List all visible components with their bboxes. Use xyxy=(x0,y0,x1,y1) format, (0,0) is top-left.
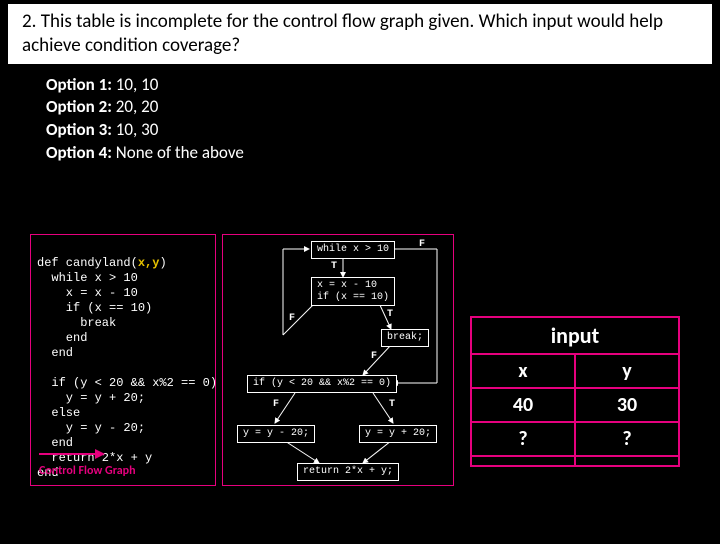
code-def-suffix: ) xyxy=(159,256,166,270)
edge-label-f: F xyxy=(273,399,279,410)
code-def-prefix: def candyland( xyxy=(37,256,138,270)
table-header: input xyxy=(471,317,679,354)
option-label: Option 2: xyxy=(46,96,112,117)
arrow-icon xyxy=(39,449,109,459)
flow-node-plus: y = y + 20; xyxy=(359,425,437,443)
option-label: Option 4: xyxy=(46,142,112,163)
flow-edges xyxy=(223,235,455,487)
question-block: 2. This table is incomplete for the cont… xyxy=(8,4,712,64)
question-number: 2. xyxy=(22,10,36,33)
code-line: break xyxy=(37,316,116,330)
edge-label-t: T xyxy=(389,399,395,410)
flow-node-cond: if (y < 20 && x%2 == 0) xyxy=(247,375,397,393)
edge-label-f: F xyxy=(419,239,425,250)
flow-node-break: break; xyxy=(381,329,429,347)
option-value: 10, 30 xyxy=(116,119,159,140)
table-row: 40 30 xyxy=(471,388,679,422)
flow-node-return: return 2*x + y; xyxy=(297,463,399,481)
cell-y xyxy=(575,456,679,466)
flow-node-minus: y = y - 20; xyxy=(237,425,315,443)
option-label: Option 3: xyxy=(46,119,112,140)
flow-node-while: while x > 10 xyxy=(311,241,395,259)
code-line: x = x - 10 xyxy=(37,286,138,300)
code-line: y = y - 20; xyxy=(37,421,145,435)
col-x: x xyxy=(471,354,575,388)
code-line: while x > 10 xyxy=(37,271,138,285)
input-table: input x y 40 30 ? ? xyxy=(470,316,680,467)
code-line: else xyxy=(37,406,80,420)
option-row: Option 3: 10, 30 xyxy=(46,119,720,142)
option-row: Option 1: 10, 10 xyxy=(46,74,720,97)
options-list: Option 1: 10, 10 Option 2: 20, 20 Option… xyxy=(46,74,720,166)
flow-panel: while x > 10 x = x - 10 if (x == 10) bre… xyxy=(222,234,454,486)
code-line: end xyxy=(37,331,87,345)
code-line: end xyxy=(37,436,73,450)
option-row: Option 2: 20, 20 xyxy=(46,96,720,119)
diagrams: def candyland(x,y) while x > 10 x = x - … xyxy=(30,234,454,486)
option-value: 10, 10 xyxy=(116,74,159,95)
edge-label-t: T xyxy=(331,261,337,272)
cfg-label: Control Flow Graph xyxy=(39,464,136,479)
col-y: y xyxy=(575,354,679,388)
table-row xyxy=(471,456,679,466)
code-line: end xyxy=(37,346,73,360)
option-row: Option 4: None of the above xyxy=(46,142,720,165)
code-def-args: x,y xyxy=(138,256,160,270)
edge-label-f: F xyxy=(371,351,377,362)
code-panel: def candyland(x,y) while x > 10 x = x - … xyxy=(30,234,216,486)
edge-label-f: F xyxy=(289,313,295,324)
cell-x: 40 xyxy=(471,388,575,422)
table-row: ? ? xyxy=(471,422,679,456)
edge-label-t: T xyxy=(387,309,393,320)
cell-x: ? xyxy=(471,422,575,456)
code-line: if (y < 20 && x%2 == 0) xyxy=(37,376,217,390)
flow-node-assign: x = x - 10 if (x == 10) xyxy=(311,277,395,306)
cell-y: ? xyxy=(575,422,679,456)
cell-y: 30 xyxy=(575,388,679,422)
cell-x xyxy=(471,456,575,466)
code-line: if (x == 10) xyxy=(37,301,152,315)
option-value: 20, 20 xyxy=(116,96,159,117)
option-value: None of the above xyxy=(116,142,244,163)
question-text: This table is incomplete for the control… xyxy=(22,10,663,57)
code-line: y = y + 20; xyxy=(37,391,145,405)
option-label: Option 1: xyxy=(46,74,112,95)
